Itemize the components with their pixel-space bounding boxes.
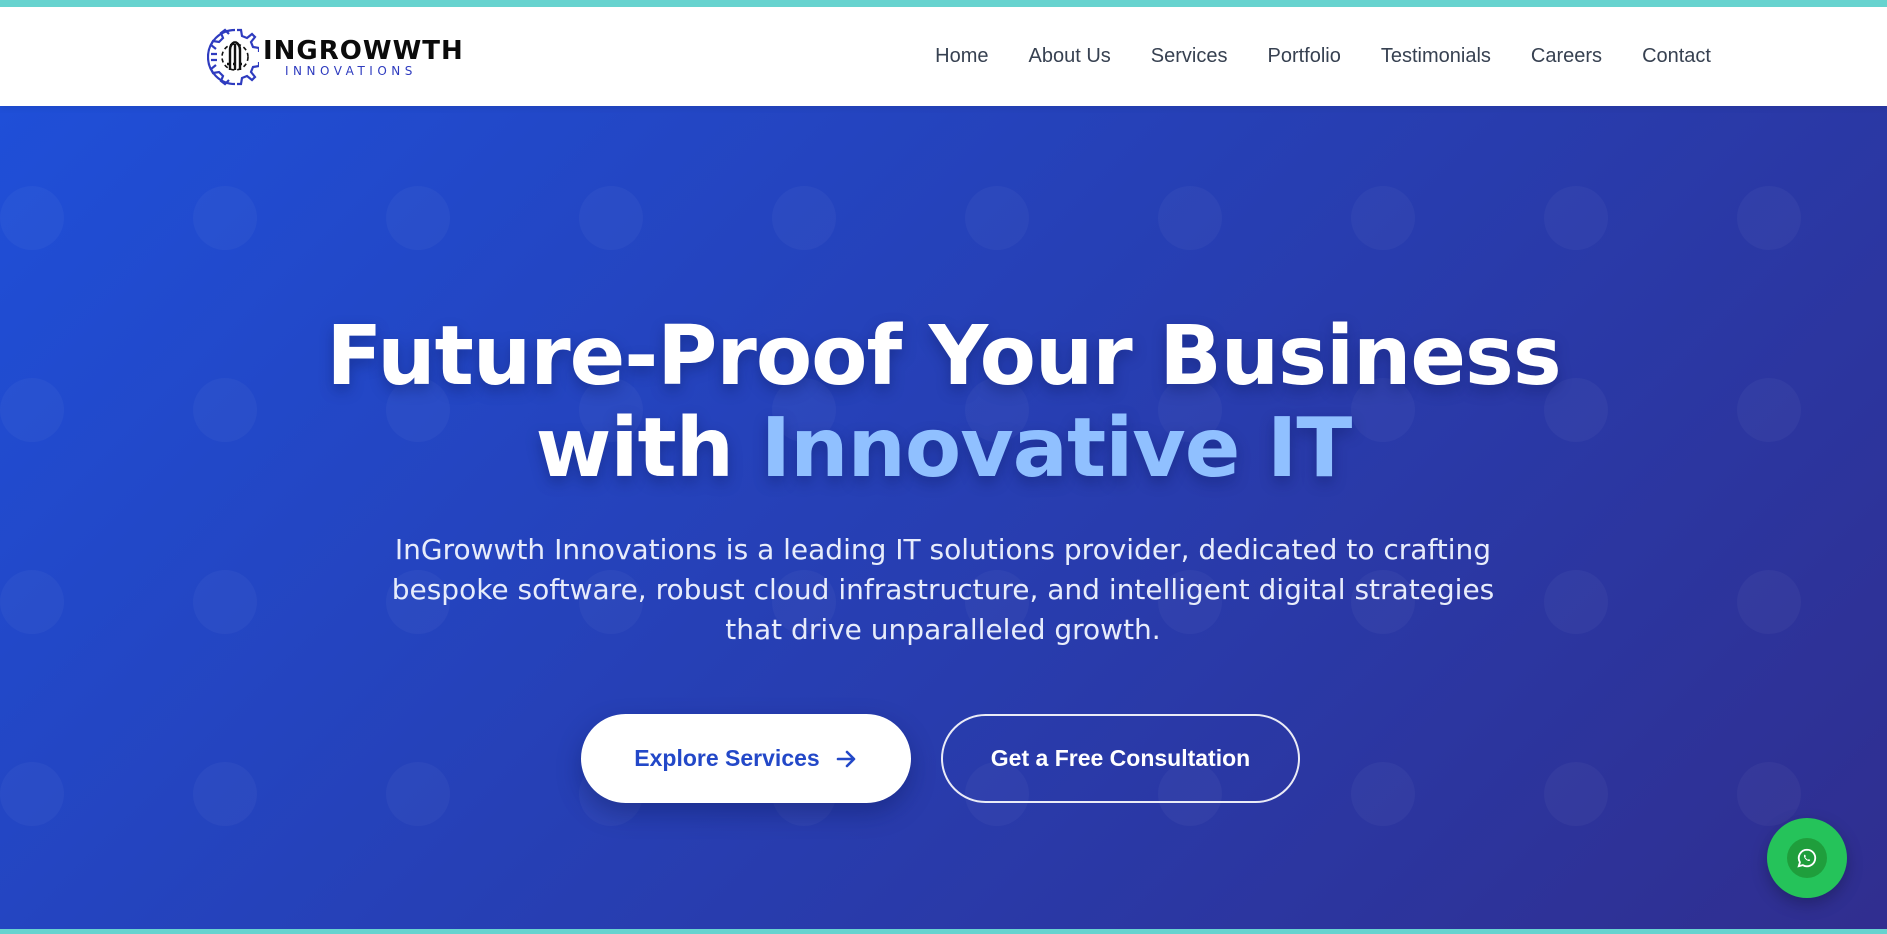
nav-item-about-us[interactable]: About Us <box>1029 45 1111 68</box>
page-frame: INGROWWTH INNOVATIONS Home About Us Serv… <box>0 0 1887 934</box>
background-dot <box>0 186 64 250</box>
arrow-right-icon <box>836 750 856 767</box>
background-dot <box>193 570 257 634</box>
brand-name: INGROWWTH <box>263 35 464 66</box>
background-dot <box>1158 186 1222 250</box>
background-dot <box>579 186 643 250</box>
background-dot <box>1351 762 1415 826</box>
background-dot <box>1544 186 1608 250</box>
background-dot <box>1737 762 1801 826</box>
whatsapp-chat-button[interactable] <box>1767 818 1847 898</box>
hero-description: InGrowwth Innovations is a leading IT so… <box>391 533 1495 646</box>
nav-item-home[interactable]: Home <box>935 45 988 68</box>
main-nav: Home About Us Services Portfolio Testimo… <box>935 7 1711 106</box>
hero-title-line1: Future-Proof Your Business <box>326 309 1561 404</box>
nav-item-contact[interactable]: Contact <box>1642 45 1711 68</box>
brand-logo[interactable]: INGROWWTH INNOVATIONS <box>207 24 463 90</box>
background-dot <box>193 762 257 826</box>
background-dot-pattern <box>0 106 1887 929</box>
background-dot <box>965 186 1029 250</box>
hero-section: Future-Proof Your Business with Innovati… <box>0 106 1887 929</box>
explore-services-label: Explore Services <box>634 745 820 771</box>
hero-title: Future-Proof Your Business with Innovati… <box>0 311 1887 495</box>
free-consultation-button[interactable]: Get a Free Consultation <box>941 714 1300 803</box>
whatsapp-icon <box>1797 848 1817 868</box>
background-dot <box>1351 186 1415 250</box>
site-header: INGROWWTH INNOVATIONS Home About Us Serv… <box>0 7 1887 106</box>
brand-tagline: INNOVATIONS <box>285 63 417 78</box>
background-dot <box>0 570 64 634</box>
background-dot <box>1544 762 1608 826</box>
whatsapp-icon-badge <box>1787 838 1827 878</box>
explore-services-button[interactable]: Explore Services <box>581 714 911 803</box>
background-dot <box>386 762 450 826</box>
hero-title-prefix: with <box>535 401 761 496</box>
nav-item-services[interactable]: Services <box>1151 45 1228 68</box>
background-dot <box>1737 186 1801 250</box>
nav-item-careers[interactable]: Careers <box>1531 45 1602 68</box>
nav-item-portfolio[interactable]: Portfolio <box>1268 45 1341 68</box>
free-consultation-label: Get a Free Consultation <box>990 745 1251 771</box>
background-dot <box>1737 570 1801 634</box>
background-dot <box>193 186 257 250</box>
background-dot <box>0 762 64 826</box>
nav-item-testimonials[interactable]: Testimonials <box>1381 45 1491 68</box>
hero-title-accent: Innovative IT <box>760 401 1353 496</box>
background-dot <box>772 186 836 250</box>
brand-wordmark: INGROWWTH INNOVATIONS <box>263 38 464 77</box>
gear-pen-icon <box>207 28 259 86</box>
background-dot <box>386 186 450 250</box>
background-dot <box>1544 570 1608 634</box>
